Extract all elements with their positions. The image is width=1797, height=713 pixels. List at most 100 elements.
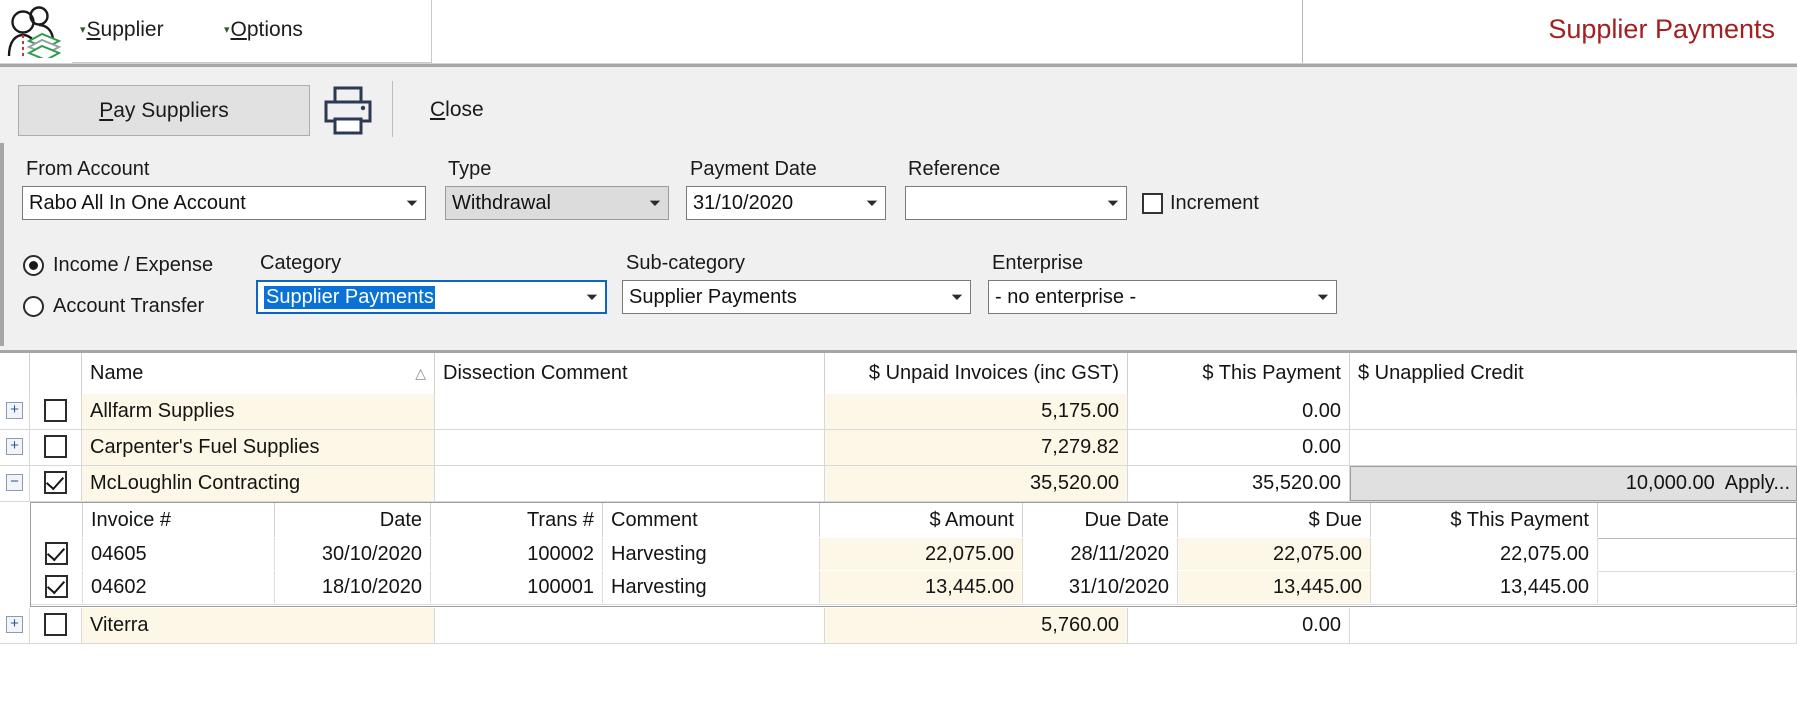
grid-header-name-label: Name (90, 362, 144, 384)
row-dissection-comment (435, 466, 825, 501)
row-this-payment: 0.00 (1128, 394, 1350, 429)
collapse-icon[interactable]: − (6, 474, 23, 491)
row-checkbox[interactable] (44, 471, 67, 494)
subgrid-header-due[interactable]: $ Due (1178, 503, 1371, 537)
apply-button[interactable]: Apply... (1725, 472, 1790, 495)
row-checkbox[interactable] (44, 399, 67, 422)
grid-header-row: Name △ Dissection Comment $ Unpaid Invoi… (0, 353, 1797, 395)
table-row[interactable]: + Viterra 5,760.00 0.00 (0, 608, 1797, 644)
subrow-due: 13,445.00 (1178, 571, 1371, 603)
chevron-down-icon: ⏷ (648, 194, 661, 212)
radio-income-expense[interactable]: Income / Expense (23, 254, 213, 277)
row-expander-cell[interactable]: + (0, 430, 30, 465)
subrow-this-payment: 22,075.00 (1371, 538, 1598, 570)
from-account-value: Rabo All In One Account (29, 191, 246, 214)
chevron-down-icon: ⏷ (585, 288, 598, 306)
expand-icon[interactable]: + (6, 402, 23, 419)
expand-icon[interactable]: + (6, 438, 23, 455)
title-bar: ▾Supplier ▾Options Supplier Payments (0, 0, 1797, 64)
sort-ascending-icon: △ (415, 365, 426, 381)
table-row[interactable]: + Allfarm Supplies 5,175.00 0.00 (0, 394, 1797, 430)
row-unpaid-invoices: 5,760.00 (825, 608, 1128, 643)
close-accel: C (430, 98, 446, 121)
chevron-down-icon: ⏷ (950, 288, 963, 306)
subrow-select-cell[interactable] (31, 571, 83, 603)
list-item[interactable]: 04605 30/10/2020 100002 Harvesting 22,07… (31, 538, 1797, 572)
row-this-payment: 0.00 (1128, 608, 1350, 643)
menu-item-options[interactable]: ▾Options (224, 18, 303, 42)
account-transfer-label: Account Transfer (53, 295, 205, 317)
menu-item-supplier[interactable]: ▾Supplier (80, 18, 164, 42)
payment-form: From Account Rabo All In One Account ⏷ T… (0, 143, 1797, 346)
row-unpaid-invoices: 7,279.82 (825, 430, 1128, 465)
increment-checkbox[interactable]: Increment (1142, 192, 1259, 215)
row-select-cell[interactable] (30, 466, 82, 501)
row-select-cell[interactable] (30, 608, 82, 643)
row-checkbox[interactable] (44, 435, 67, 458)
grid-header-unpaid-invoices[interactable]: $ Unpaid Invoices (inc GST) (825, 353, 1128, 394)
subrow-checkbox[interactable] (45, 542, 68, 565)
row-expander-cell[interactable]: + (0, 394, 30, 429)
category-select[interactable]: Supplier Payments ⏷ (256, 280, 607, 314)
list-item[interactable]: 04602 18/10/2020 100001 Harvesting 13,44… (31, 571, 1797, 605)
table-row[interactable]: − McLoughlin Contracting 35,520.00 35,52… (0, 466, 1797, 502)
expand-icon[interactable]: + (6, 616, 23, 633)
subgrid-header-date[interactable]: Date (275, 503, 431, 537)
grid-header-unapplied-credit[interactable]: $ Unapplied Credit (1350, 353, 1797, 394)
radio-account-transfer[interactable]: Account Transfer (23, 295, 204, 318)
reference-label: Reference (908, 158, 1001, 180)
from-account-select[interactable]: Rabo All In One Account ⏷ (22, 186, 426, 220)
type-select[interactable]: Withdrawal ⏷ (445, 186, 669, 220)
subrow-due: 22,075.00 (1178, 538, 1371, 570)
subgrid-header-select (31, 503, 83, 537)
row-checkbox[interactable] (44, 613, 67, 636)
enterprise-select[interactable]: - no enterprise - ⏷ (988, 280, 1337, 314)
suppliers-grid: Name △ Dissection Comment $ Unpaid Invoi… (0, 350, 1797, 713)
row-unapplied-credit (1350, 394, 1797, 429)
row-unpaid-invoices: 35,520.00 (825, 466, 1128, 501)
subrow-trans-no: 100001 (431, 571, 603, 603)
row-name: Viterra (82, 608, 435, 643)
subgrid-header-due-date[interactable]: Due Date (1023, 503, 1178, 537)
subgrid-header-trans-no[interactable]: Trans # (431, 503, 603, 537)
sub-category-select[interactable]: Supplier Payments ⏷ (622, 280, 971, 314)
subrow-trans-no: 100002 (431, 538, 603, 570)
subgrid-header-amount[interactable]: $ Amount (820, 503, 1023, 537)
close-label: lose (445, 98, 484, 121)
type-label: Type (448, 158, 492, 180)
row-select-cell[interactable] (30, 394, 82, 429)
table-row[interactable]: + Carpenter's Fuel Supplies 7,279.82 0.0… (0, 430, 1797, 466)
subgrid-header-this-payment[interactable]: $ This Payment (1371, 503, 1598, 537)
grid-header-dissection-comment[interactable]: Dissection Comment (435, 353, 825, 394)
reference-select[interactable]: ⏷ (905, 186, 1127, 220)
subrow-checkbox[interactable] (45, 575, 68, 598)
subrow-invoice-no: 04602 (83, 571, 275, 603)
subgrid-header-invoice-no[interactable]: Invoice # (83, 503, 275, 537)
subrow-select-cell[interactable] (31, 538, 83, 570)
category-value-wrap: Supplier Payments (258, 285, 579, 309)
row-unapplied-credit (1350, 608, 1797, 643)
chevron-down-icon: ▾ (224, 24, 230, 36)
printer-icon[interactable] (320, 85, 376, 135)
subrow-amount: 13,445.00 (820, 571, 1023, 603)
payment-date-input[interactable]: 31/10/2020 ⏷ (686, 186, 886, 220)
row-unapplied-credit-apply[interactable]: 10,000.00 Apply... (1350, 466, 1797, 501)
row-dissection-comment (435, 394, 825, 429)
row-select-cell[interactable] (30, 430, 82, 465)
row-expander-cell[interactable]: + (0, 608, 30, 643)
subgrid-header-comment[interactable]: Comment (603, 503, 820, 537)
grid-header-this-payment[interactable]: $ This Payment (1128, 353, 1350, 394)
radio-circle (23, 296, 44, 317)
grid-header-name[interactable]: Name △ (82, 353, 435, 394)
row-this-payment: 35,520.00 (1128, 466, 1350, 501)
radio-circle (23, 255, 44, 276)
pay-suppliers-button[interactable]: Pay Suppliers (18, 85, 310, 136)
menu-item-options-label: ptions (246, 18, 303, 41)
close-button[interactable]: Close (424, 97, 490, 123)
supplier-payments-icon (7, 6, 62, 58)
checkbox-box (1142, 193, 1163, 214)
chevron-down-icon: ▾ (80, 24, 86, 36)
category-label: Category (260, 252, 342, 274)
row-name: McLoughlin Contracting (82, 466, 435, 501)
row-expander-cell[interactable]: − (0, 466, 30, 501)
